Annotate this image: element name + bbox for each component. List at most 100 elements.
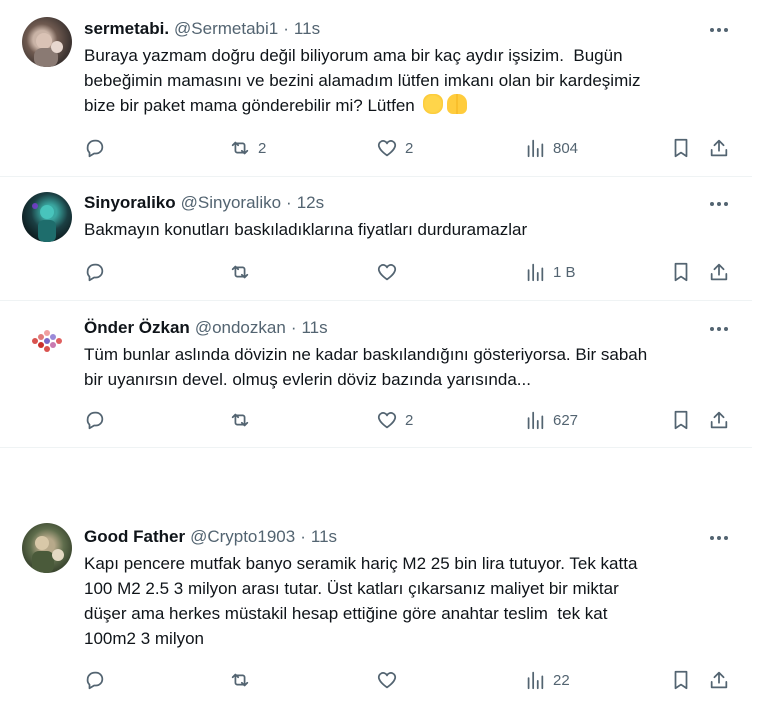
like-button[interactable] xyxy=(376,669,405,691)
like-count: 2 xyxy=(405,139,414,157)
timestamp[interactable]: 11s xyxy=(294,18,320,40)
analytics-icon xyxy=(527,139,544,158)
timestamp[interactable]: 11s xyxy=(311,526,337,548)
reply-button[interactable] xyxy=(84,261,113,283)
retweet-icon xyxy=(231,265,249,279)
avatar[interactable] xyxy=(22,523,72,573)
views-button[interactable]: 804 xyxy=(524,137,578,159)
tweet-text-line: düşer ama herkes müstakil hesap ettiğine… xyxy=(84,604,608,623)
divider xyxy=(0,447,752,448)
share-button[interactable] xyxy=(708,137,730,159)
share-icon xyxy=(710,263,728,281)
tweet-text: Kapı pencere mutfak banyo seramik hariç … xyxy=(84,551,732,651)
reply-icon xyxy=(86,411,104,430)
author-name[interactable]: Önder Özkan xyxy=(84,317,190,339)
reply-icon xyxy=(86,671,104,690)
bookmark-button[interactable] xyxy=(670,669,692,691)
bookmark-icon xyxy=(674,262,688,282)
more-options-icon[interactable] xyxy=(706,319,732,339)
retweet-icon xyxy=(231,141,249,155)
more-options-icon[interactable] xyxy=(706,194,732,214)
analytics-icon xyxy=(527,411,544,430)
retweet-button[interactable]: 2 xyxy=(229,137,266,159)
tweet-actions: 1 B xyxy=(84,261,732,285)
retweet-icon xyxy=(231,673,249,687)
share-button[interactable] xyxy=(708,409,730,431)
avatar[interactable] xyxy=(22,316,72,366)
reply-icon xyxy=(86,263,104,282)
share-icon xyxy=(710,671,728,689)
like-button[interactable]: 2 xyxy=(376,137,413,159)
views-count: 22 xyxy=(553,671,570,689)
avatar[interactable] xyxy=(22,192,72,242)
tweet[interactable]: sermetabi. @Sermetabi1 · 11s Buraya yazm… xyxy=(0,0,752,176)
like-button[interactable]: 2 xyxy=(376,409,413,431)
tweet[interactable]: Good Father @Crypto1903 · 11s Kapı pence… xyxy=(0,506,752,705)
retweet-button[interactable] xyxy=(229,669,258,691)
retweet-button[interactable] xyxy=(229,261,258,283)
views-button[interactable]: 22 xyxy=(524,669,570,691)
retweet-button[interactable] xyxy=(229,409,258,431)
author-name[interactable]: Sinyoraliko xyxy=(84,192,176,214)
author-name[interactable]: sermetabi. xyxy=(84,18,169,40)
reply-button[interactable] xyxy=(84,409,113,431)
tweet-text-line: Tüm bunlar aslında dövizin ne kadar bask… xyxy=(84,345,648,364)
analytics-icon xyxy=(527,263,544,282)
author-handle[interactable]: @ondozkan xyxy=(195,317,286,339)
more-options-icon[interactable] xyxy=(706,20,732,40)
more-options-icon[interactable] xyxy=(706,528,732,548)
heart-icon xyxy=(377,412,397,429)
tweet-text-line: Bakmayın konutları baskıladıklarına fiya… xyxy=(84,220,528,239)
tweet-text: Tüm bunlar aslında dövizin ne kadar bask… xyxy=(84,342,732,392)
pleading-hands-emoji xyxy=(423,94,444,114)
author-handle[interactable]: @Sermetabi1 xyxy=(174,18,278,40)
tweet-text: Bakmayın konutları baskıladıklarına fiya… xyxy=(84,217,732,242)
heart-icon xyxy=(377,672,397,689)
retweet-icon xyxy=(231,413,249,427)
heart-icon xyxy=(377,140,397,157)
separator: · xyxy=(283,19,289,38)
tweet[interactable]: Sinyoraliko @Sinyoraliko · 12s Bakmayın … xyxy=(0,177,752,300)
tweet-text-line: bir uyanırsın devel. olmuş evlerin döviz… xyxy=(84,370,531,389)
tweet-text: Buraya yazmam doğru değil biliyorum ama … xyxy=(84,43,732,118)
views-count: 627 xyxy=(553,411,579,429)
timestamp[interactable]: 11s xyxy=(301,317,327,339)
views-button[interactable]: 627 xyxy=(524,409,578,431)
reply-feed: sermetabi. @Sermetabi1 · 11s Buraya yazm… xyxy=(0,0,761,705)
author-handle[interactable]: @Crypto1903 xyxy=(190,526,295,548)
bookmark-button[interactable] xyxy=(670,261,692,283)
tweet-text-line: 100m2 3 milyon xyxy=(84,629,205,648)
reply-button[interactable] xyxy=(84,137,113,159)
folded-hands-emoji xyxy=(447,94,468,114)
tweet-text-line: Kapı pencere mutfak banyo seramik hariç … xyxy=(84,554,638,573)
tweet-actions: 22 xyxy=(84,669,732,693)
bookmark-button[interactable] xyxy=(670,137,692,159)
tweet-text-line: Buraya yazmam doğru değil biliyorum ama … xyxy=(84,46,623,65)
separator: · xyxy=(300,527,306,546)
author-name[interactable]: Good Father xyxy=(84,526,185,548)
bookmark-button[interactable] xyxy=(670,409,692,431)
views-count: 1 B xyxy=(553,263,576,281)
views-count: 804 xyxy=(553,139,579,157)
like-button[interactable] xyxy=(376,261,405,283)
tweet-text-line: bebeğimin mamasını ve bezini alamadım lü… xyxy=(84,71,641,90)
separator: · xyxy=(290,318,297,337)
heart-icon xyxy=(377,264,397,281)
share-button[interactable] xyxy=(708,261,730,283)
avatar[interactable] xyxy=(22,17,72,67)
tweet-actions: 2 627 xyxy=(84,409,732,433)
views-button[interactable]: 1 B xyxy=(524,261,576,283)
bookmark-icon xyxy=(674,670,688,690)
bookmark-icon xyxy=(674,138,688,158)
reply-button[interactable] xyxy=(84,669,113,691)
analytics-icon xyxy=(527,671,544,690)
share-icon xyxy=(710,139,728,157)
like-count: 2 xyxy=(405,411,414,429)
timestamp[interactable]: 12s xyxy=(297,192,324,214)
author-handle[interactable]: @Sinyoraliko xyxy=(181,192,281,214)
bookmark-icon xyxy=(674,410,688,430)
share-button[interactable] xyxy=(708,669,730,691)
tweet[interactable]: Önder Özkan @ondozkan · 11s Tüm bunlar a… xyxy=(0,301,752,447)
tweet-text-line: 100 M2 2.5 3 milyon arası tutar. Üst kat… xyxy=(84,579,619,598)
separator: · xyxy=(286,193,292,212)
